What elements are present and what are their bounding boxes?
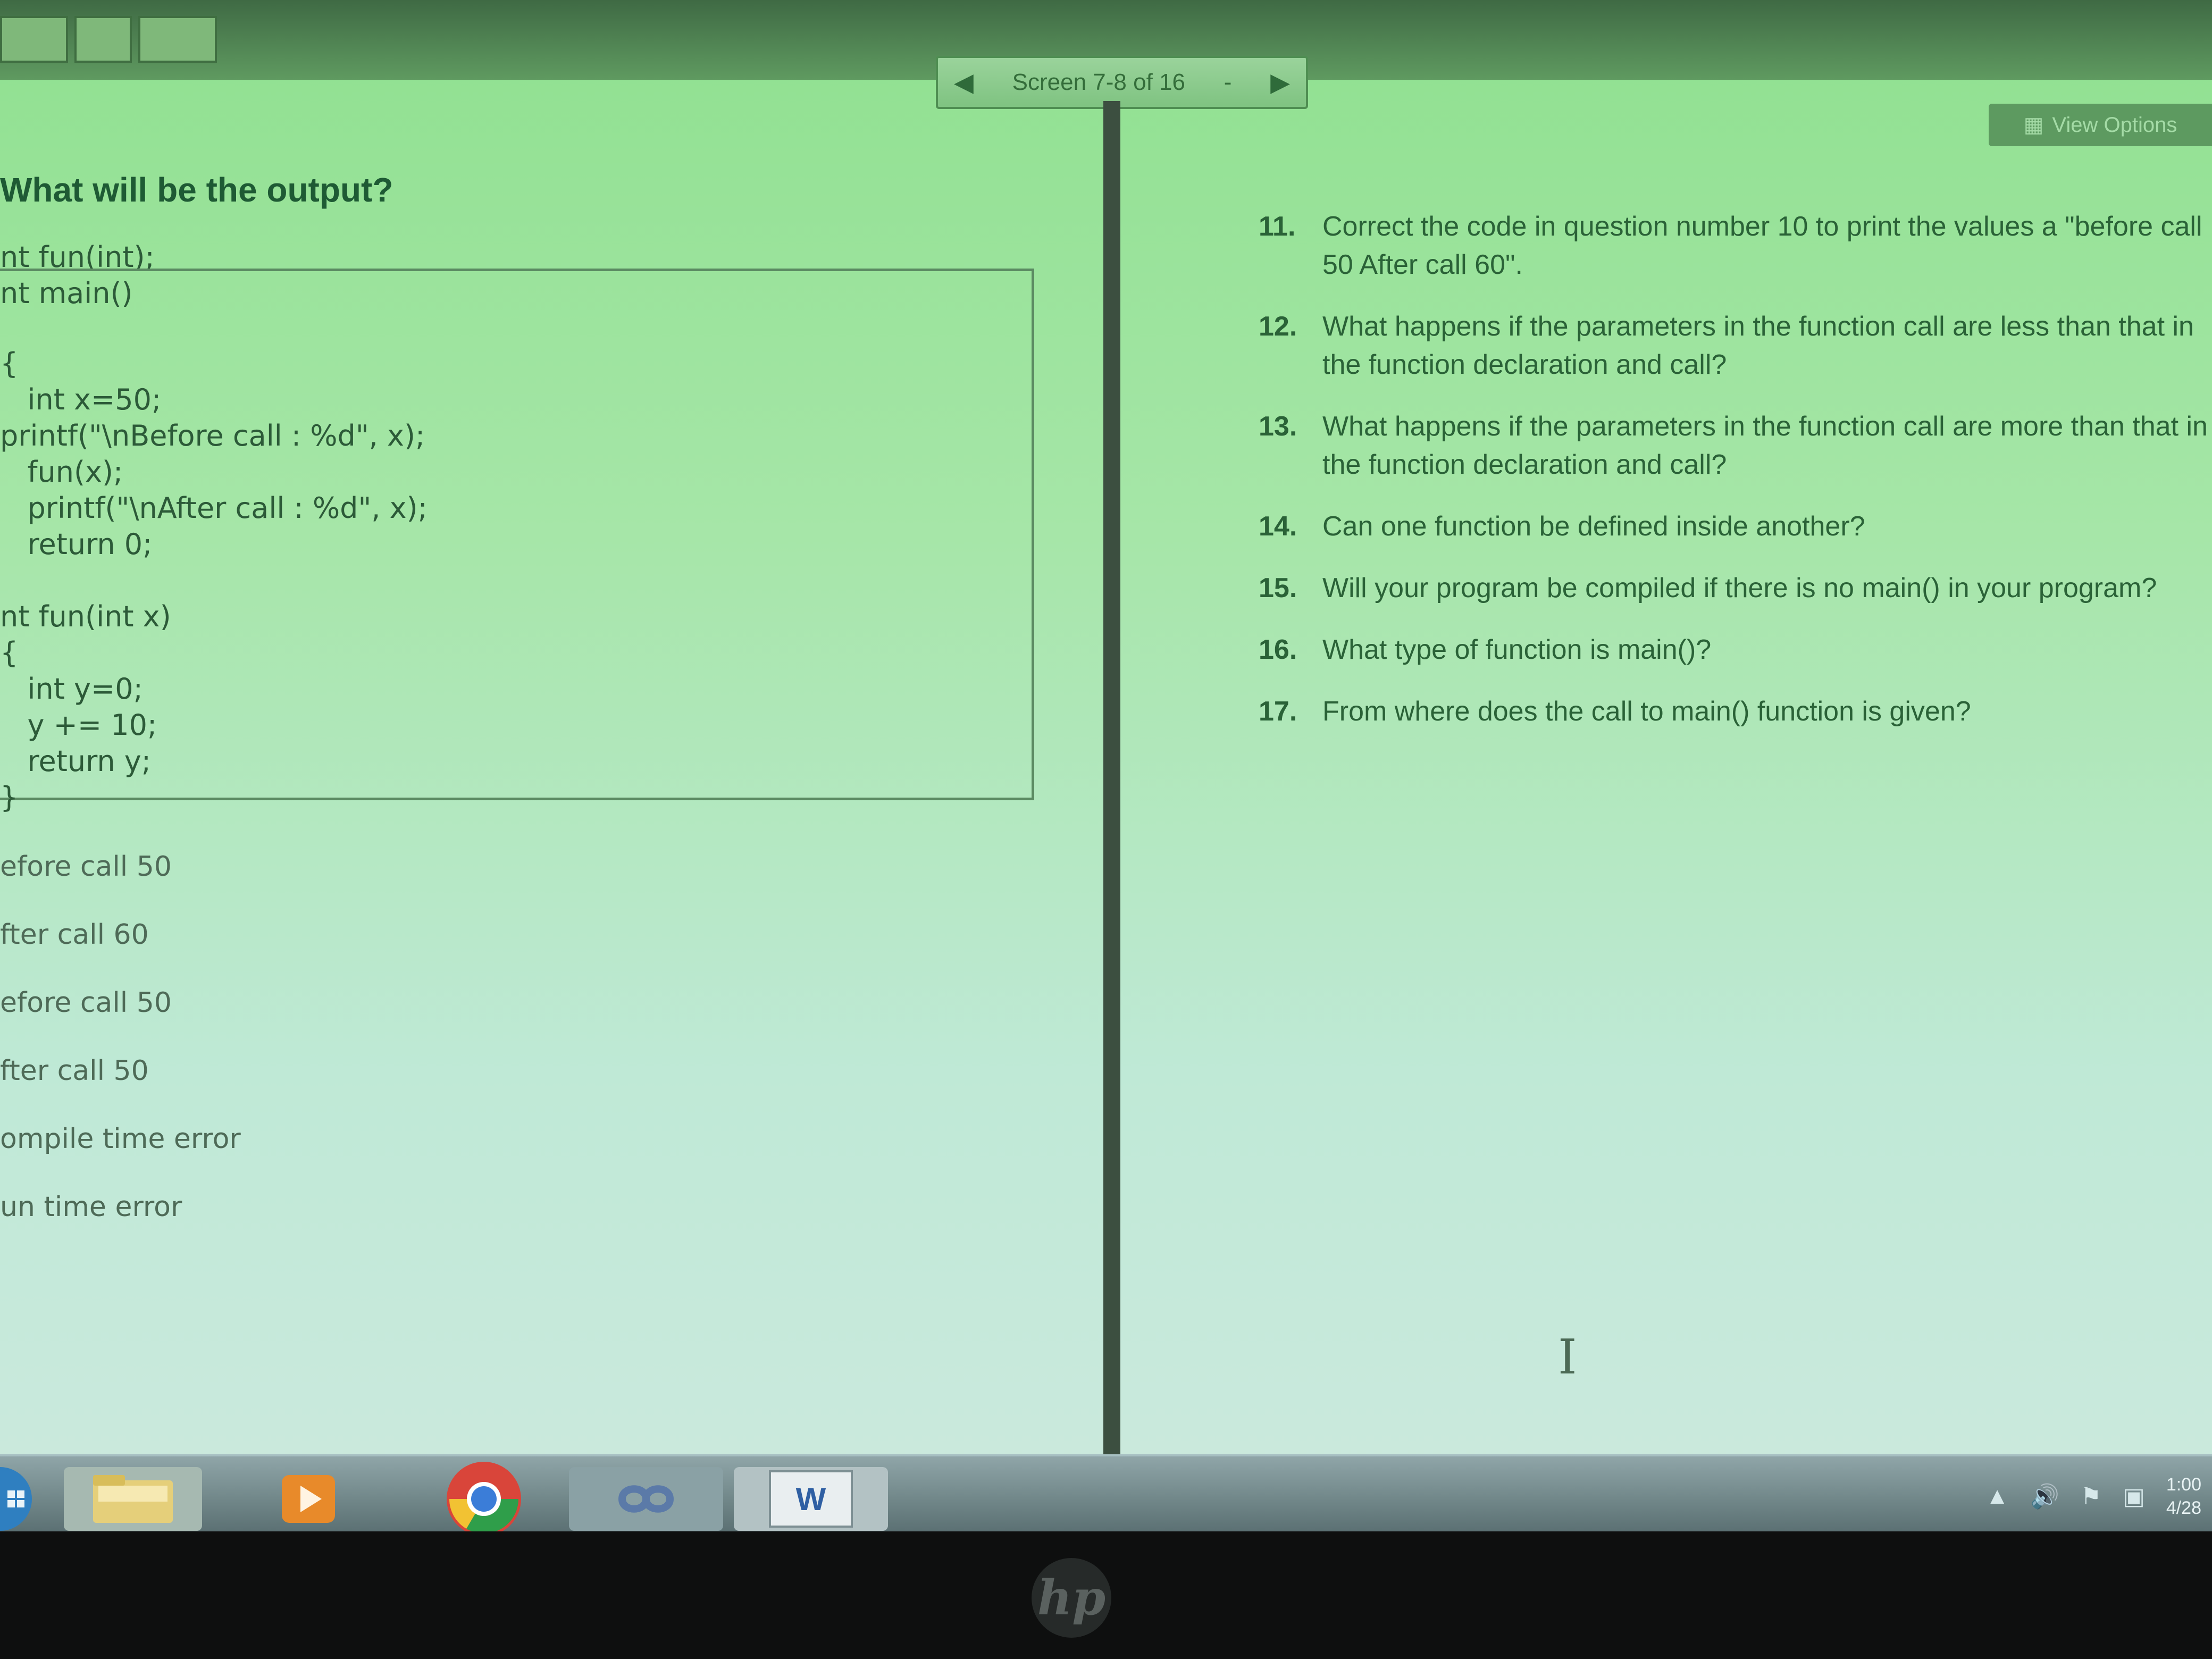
code-line: {: [0, 347, 19, 380]
clock[interactable]: 1:00 4/28: [2166, 1473, 2201, 1520]
question-item: 16. What type of function is main()?: [1259, 631, 2212, 669]
question-panel: What will be the output? nt fun(int); nt…: [0, 101, 1103, 1454]
answer-option[interactable]: efore call 50: [0, 851, 241, 919]
question-number: 14.: [1259, 511, 1297, 542]
question-item: 15. Will your program be compiled if the…: [1259, 569, 2212, 607]
word-icon: W: [769, 1470, 853, 1528]
screen-dropdown[interactable]: -: [1224, 69, 1232, 96]
window-thumbnail[interactable]: [74, 16, 132, 63]
question-number: 11.: [1259, 211, 1296, 242]
code-line: return y;: [0, 744, 151, 778]
code-line: return 0;: [0, 527, 153, 561]
answer-option[interactable]: efore call 50: [0, 987, 241, 1055]
tray-expand-icon[interactable]: ▲: [1985, 1483, 2009, 1510]
question-item: 11. Correct the code in question number …: [1259, 207, 2212, 284]
window-thumbnail[interactable]: [0, 16, 68, 63]
taskbar: W ▲ 🔊 ⚑ ▣ 1:00 4/28: [0, 1454, 2212, 1531]
start-button[interactable]: [0, 1467, 32, 1531]
screen: ◀ Screen 7-8 of 16 - ▶ ▦ View Options Wh…: [0, 0, 2212, 1531]
answer-option[interactable]: fter call 50: [0, 1055, 241, 1123]
text-cursor-icon: I: [1558, 1329, 1577, 1385]
screen-label: Screen 7-8 of 16: [1012, 69, 1185, 95]
network-icon[interactable]: ▣: [2123, 1483, 2145, 1510]
code-line: {: [0, 636, 19, 669]
question-text: What type of function is main()?: [1322, 634, 1712, 665]
next-screen-icon[interactable]: ▶: [1270, 68, 1290, 97]
volume-icon[interactable]: 🔊: [2030, 1482, 2059, 1510]
code-line: nt fun(int x): [0, 600, 171, 633]
panel-divider[interactable]: [1103, 101, 1120, 1454]
clock-date: 4/28: [2166, 1498, 2201, 1518]
code-line: fun(x);: [0, 455, 123, 489]
infinity-app-button[interactable]: [569, 1467, 723, 1531]
code-line: int x=50;: [0, 383, 162, 416]
question-text: What happens if the parameters in the fu…: [1322, 311, 2194, 380]
media-player-button[interactable]: [255, 1467, 362, 1531]
infinity-icon: [618, 1485, 674, 1513]
file-explorer-button[interactable]: [64, 1467, 202, 1531]
play-icon: [282, 1475, 335, 1523]
question-item: 14. Can one function be defined inside a…: [1259, 507, 2212, 546]
question-item: 13. What happens if the parameters in th…: [1259, 407, 2212, 484]
question-list: 11. Correct the code in question number …: [1259, 207, 2212, 754]
question-item: 12. What happens if the parameters in th…: [1259, 307, 2212, 384]
question-text: From where does the call to main() funct…: [1322, 696, 1971, 727]
code-line: printf("\nAfter call : %d", x);: [0, 491, 428, 525]
chrome-icon: [447, 1462, 521, 1531]
questions-panel: 11. Correct the code in question number …: [1120, 101, 2212, 1454]
window-thumbnail[interactable]: [138, 16, 217, 63]
answer-options: efore call 50 fter call 60 efore call 50…: [0, 851, 241, 1259]
prev-screen-icon[interactable]: ◀: [954, 68, 974, 97]
question-number: 13.: [1259, 411, 1297, 442]
question-text: Will your program be compiled if there i…: [1322, 573, 2157, 604]
action-center-flag-icon[interactable]: ⚑: [2081, 1483, 2101, 1510]
code-line: int y=0;: [0, 672, 143, 706]
windows-logo-icon: [7, 1490, 24, 1507]
question-text: Can one function be defined inside anoth…: [1322, 511, 1865, 542]
code-box: { int x=50; printf("\nBefore call : %d",…: [0, 269, 1034, 814]
question-text: Correct the code in question number 10 t…: [1322, 211, 2202, 280]
code-block: { int x=50; printf("\nBefore call : %d",…: [0, 346, 428, 816]
hp-logo: hp: [1032, 1558, 1111, 1638]
answer-option[interactable]: ompile time error: [0, 1123, 241, 1191]
code-line: y += 10;: [0, 708, 157, 742]
question-item: 17. From where does the call to main() f…: [1259, 692, 2212, 731]
clock-time: 1:00: [2166, 1474, 2201, 1495]
code-line: }: [0, 781, 19, 814]
question-number: 16.: [1259, 634, 1297, 665]
code-line: printf("\nBefore call : %d", x);: [0, 419, 425, 453]
system-tray: ▲ 🔊 ⚑ ▣ 1:00 4/28: [1985, 1462, 2212, 1531]
question-number: 17.: [1259, 696, 1297, 727]
answer-option[interactable]: un time error: [0, 1191, 241, 1259]
word-button[interactable]: W: [734, 1467, 888, 1531]
chrome-button[interactable]: [420, 1462, 548, 1531]
question-number: 15.: [1259, 573, 1297, 604]
folder-icon: [93, 1475, 173, 1523]
question-title: What will be the output?: [0, 171, 393, 209]
question-number: 12.: [1259, 311, 1297, 342]
question-text: What happens if the parameters in the fu…: [1322, 411, 2208, 480]
answer-option[interactable]: fter call 60: [0, 919, 241, 987]
